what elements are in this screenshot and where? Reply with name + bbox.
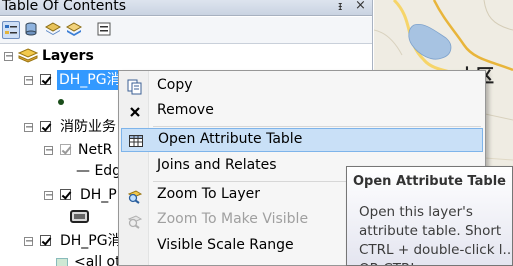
visibility-checkbox[interactable] xyxy=(60,189,71,200)
zoom-to-make-visible-icon xyxy=(127,213,143,229)
close-icon[interactable]: × xyxy=(355,0,366,13)
visibility-checkbox[interactable] xyxy=(60,144,71,155)
remove-icon xyxy=(127,104,143,120)
tooltip-body: Open this layer's attribute table. Short… xyxy=(359,204,512,265)
menu-item-label: Zoom To Make Visible xyxy=(157,211,309,227)
layer-label: <all ot xyxy=(74,254,121,266)
list-by-selection-icon[interactable] xyxy=(66,21,84,39)
collapse-icon[interactable]: − xyxy=(24,76,33,86)
layers-icon xyxy=(17,48,39,71)
layers-label: Layers xyxy=(42,48,94,64)
toc-toolbar xyxy=(0,17,372,44)
layer-label: — Edg xyxy=(76,163,122,179)
menu-item-label: Visible Scale Range xyxy=(157,237,294,253)
menu-item-copy[interactable]: Copy xyxy=(121,75,483,99)
tree-row-layers[interactable]: − Layers xyxy=(0,46,372,66)
collapse-icon[interactable]: − xyxy=(24,237,33,247)
list-by-visibility-icon[interactable] xyxy=(45,21,63,39)
pin-icon[interactable]: ᵻ xyxy=(338,0,342,13)
list-by-drawing-order-icon[interactable] xyxy=(2,21,20,39)
list-by-source-icon[interactable] xyxy=(23,21,41,39)
collapse-icon[interactable]: − xyxy=(4,52,13,62)
toc-title-bar[interactable]: Table Of Contents ᵻ × xyxy=(0,0,372,16)
zoom-to-layer-icon xyxy=(127,188,143,204)
layer-label: DH_P xyxy=(80,187,117,203)
network-symbol-icon xyxy=(70,207,94,227)
collapse-icon[interactable]: − xyxy=(44,191,53,201)
menu-tooltip: Open Attribute Table Open this layer's a… xyxy=(346,166,513,266)
layer-label: NetR xyxy=(78,142,113,158)
menu-item-label: Copy xyxy=(157,77,193,93)
menu-item-label: Joins and Relates xyxy=(157,157,277,173)
copy-icon xyxy=(127,79,143,95)
collapse-icon[interactable]: − xyxy=(44,146,53,156)
menu-item-remove[interactable]: Remove xyxy=(121,100,483,124)
toc-title: Table Of Contents xyxy=(2,0,127,14)
tooltip-title: Open Attribute Table xyxy=(353,174,506,189)
layer-label: DH_PG消 xyxy=(57,70,123,90)
menu-item-label: Remove xyxy=(157,102,214,118)
point-symbol-icon xyxy=(58,92,68,112)
menu-item-label: Open Attribute Table xyxy=(158,131,303,147)
menu-item-label: Zoom To Layer xyxy=(157,186,261,202)
collapse-icon[interactable]: − xyxy=(24,123,33,133)
fill-symbol-icon xyxy=(56,258,68,266)
menu-item-open-attribute-table[interactable]: Open Attribute Table xyxy=(121,128,483,152)
layer-label: DH_PG消 xyxy=(60,233,122,249)
layer-label: 消防业务 xyxy=(60,119,116,135)
visibility-checkbox[interactable] xyxy=(40,235,51,246)
visibility-checkbox[interactable] xyxy=(40,74,51,85)
menu-separator xyxy=(153,126,481,127)
attribute-table-icon xyxy=(128,133,144,149)
visibility-checkbox[interactable] xyxy=(40,121,51,132)
options-icon[interactable] xyxy=(96,21,114,39)
